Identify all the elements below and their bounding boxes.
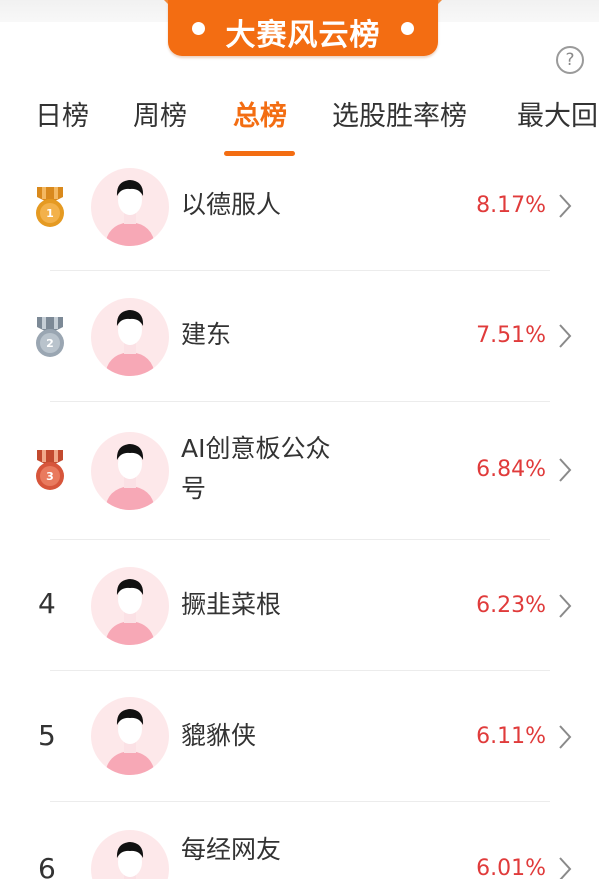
avatar	[91, 168, 169, 246]
default-avatar-icon	[105, 180, 155, 246]
leaderboard-row[interactable]: 4 撅韭菜根 6.23%	[0, 567, 599, 671]
return-value: 7.51%	[476, 323, 546, 348]
rank-number: 5	[38, 719, 56, 752]
return-value: 6.23%	[476, 593, 546, 618]
row-divider	[50, 401, 550, 402]
return-value: 6.84%	[476, 457, 546, 482]
rank-number: 6	[38, 852, 56, 879]
return-value: 6.11%	[476, 724, 546, 749]
banner-ribbon-left	[154, 0, 168, 4]
row-divider	[50, 270, 550, 271]
default-avatar-icon	[105, 444, 155, 510]
svg-text:3: 3	[46, 470, 54, 483]
ranking-tabs: 日榜 周榜 总榜 选股胜率榜 最大回	[0, 96, 599, 156]
player-name: 建东	[181, 320, 232, 349]
banner-ribbon-right	[438, 0, 452, 4]
bronze-medal-icon: 3	[36, 450, 64, 490]
avatar	[91, 298, 169, 376]
player-name: 每经网友	[181, 835, 282, 864]
player-name: 以德服人	[181, 190, 282, 219]
avatar	[91, 830, 169, 879]
banner-dot-icon	[192, 22, 205, 35]
row-divider	[50, 539, 550, 540]
active-tab-indicator	[224, 151, 295, 156]
default-avatar-icon	[105, 709, 155, 775]
tab-overall[interactable]: 总榜	[233, 96, 287, 138]
player-name: 撅韭菜根	[181, 590, 282, 619]
chevron-right-icon[interactable]	[558, 593, 572, 619]
avatar	[91, 432, 169, 510]
return-value: 6.01%	[476, 856, 546, 879]
default-avatar-icon	[116, 842, 144, 879]
banner-dot-icon	[401, 22, 414, 35]
avatar	[91, 567, 169, 645]
leaderboard-row[interactable]: 5 貔貅侠 6.11%	[0, 697, 599, 802]
avatar	[91, 697, 169, 775]
tab-win-rate[interactable]: 选股胜率榜	[332, 96, 467, 138]
help-icon[interactable]: ?	[556, 46, 584, 74]
default-avatar-icon	[105, 579, 155, 645]
player-name: 貔貅侠	[181, 721, 257, 750]
chevron-right-icon[interactable]	[558, 856, 572, 879]
rank-number: 4	[38, 587, 56, 620]
tab-max-drawdown[interactable]: 最大回	[517, 96, 598, 138]
svg-text:1: 1	[46, 207, 54, 220]
leaderboard-row[interactable]: 1 以德服人 8.17%	[0, 168, 599, 272]
leaderboard-row[interactable]: 6 每经网友 6.01%	[0, 830, 599, 879]
silver-medal-icon: 2	[36, 317, 64, 357]
gold-medal-icon: 1	[36, 187, 64, 227]
player-name: AI创意板公众号	[181, 434, 331, 503]
leaderboard-banner: 大赛风云榜	[154, 0, 452, 56]
row-divider	[50, 801, 550, 802]
page-title: 大赛风云榜	[225, 18, 381, 53]
chevron-right-icon[interactable]	[558, 457, 572, 483]
return-value: 8.17%	[476, 193, 546, 218]
chevron-right-icon[interactable]	[558, 323, 572, 349]
tab-daily[interactable]: 日榜	[35, 96, 89, 138]
row-divider	[50, 670, 550, 671]
leaderboard-row[interactable]: 2 建东 7.51%	[0, 298, 599, 402]
chevron-right-icon[interactable]	[558, 724, 572, 750]
default-avatar-icon	[105, 310, 155, 376]
leaderboard-row[interactable]: 3 AI创意板公众号 6.84%	[0, 432, 599, 540]
tab-weekly[interactable]: 周榜	[133, 96, 187, 138]
svg-text:2: 2	[46, 337, 54, 350]
chevron-right-icon[interactable]	[558, 193, 572, 219]
